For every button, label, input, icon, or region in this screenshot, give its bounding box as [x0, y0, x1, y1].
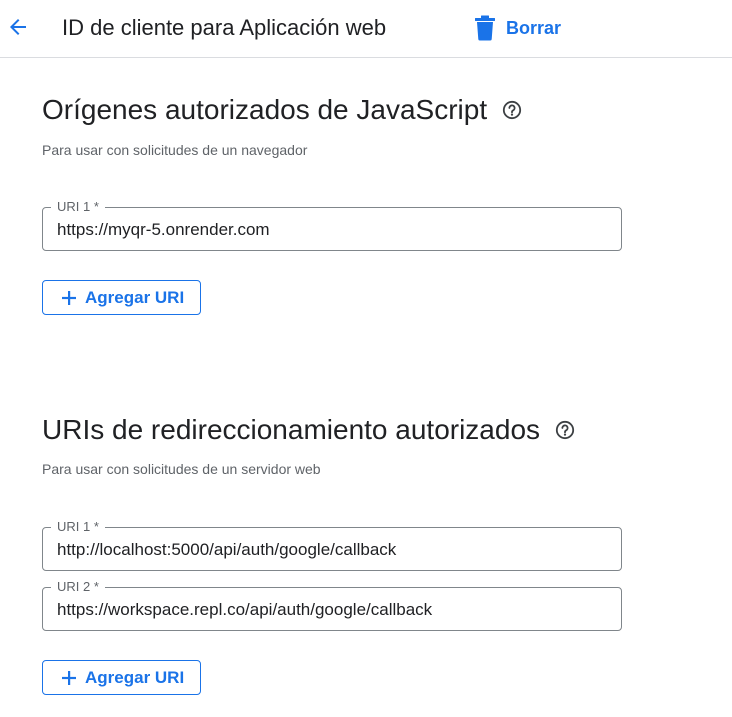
redirect-uris-title: URIs de redireccionamiento autorizados — [42, 414, 541, 445]
field-label: URI 1 * — [51, 199, 105, 215]
arrow-back-icon — [10, 19, 26, 35]
help-icon[interactable] — [555, 420, 575, 440]
delete-button[interactable]: Borrar — [472, 12, 561, 44]
js-origins-subtitle: Para usar con solicitudes de un navegado… — [42, 142, 308, 158]
help-icon[interactable] — [502, 100, 522, 120]
field-value: https://myqr-5.onrender.com — [57, 220, 270, 239]
page-title: ID de cliente para Aplicación web — [62, 15, 387, 40]
plus-icon — [61, 670, 77, 686]
oauth-client-page: ID de cliente para Aplicación web Borrar… — [0, 0, 732, 717]
trash-icon — [472, 14, 498, 42]
js-origins-title: Orígenes autorizados de JavaScript — [42, 94, 488, 125]
field-label: URI 2 * — [51, 579, 105, 595]
page-header: ID de cliente para Aplicación web Borrar — [0, 0, 732, 58]
add-redirect-uri-button[interactable]: Agregar URI — [42, 660, 201, 695]
add-uri-label: Agregar URI — [85, 667, 185, 687]
js-origin-uri-1-field[interactable]: URI 1 * https://myqr-5.onrender.com — [42, 199, 622, 251]
back-button[interactable] — [2, 11, 34, 43]
plus-icon — [61, 290, 77, 306]
add-js-origin-button[interactable]: Agregar URI — [42, 280, 201, 315]
redirect-uris-subtitle: Para usar con solicitudes de un servidor… — [42, 461, 321, 477]
redirect-uri-1-field[interactable]: URI 1 * http://localhost:5000/api/auth/g… — [42, 519, 622, 571]
delete-button-label: Borrar — [506, 17, 562, 38]
field-value: http://localhost:5000/api/auth/google/ca… — [57, 540, 397, 559]
field-value: https://workspace.repl.co/api/auth/googl… — [57, 600, 433, 619]
redirect-uris-heading: URIs de redireccionamiento autorizados — [42, 413, 575, 447]
field-label: URI 1 * — [51, 519, 105, 535]
js-origins-heading: Orígenes autorizados de JavaScript — [42, 93, 522, 127]
add-uri-label: Agregar URI — [85, 287, 185, 307]
redirect-uri-2-field[interactable]: URI 2 * https://workspace.repl.co/api/au… — [42, 579, 622, 631]
